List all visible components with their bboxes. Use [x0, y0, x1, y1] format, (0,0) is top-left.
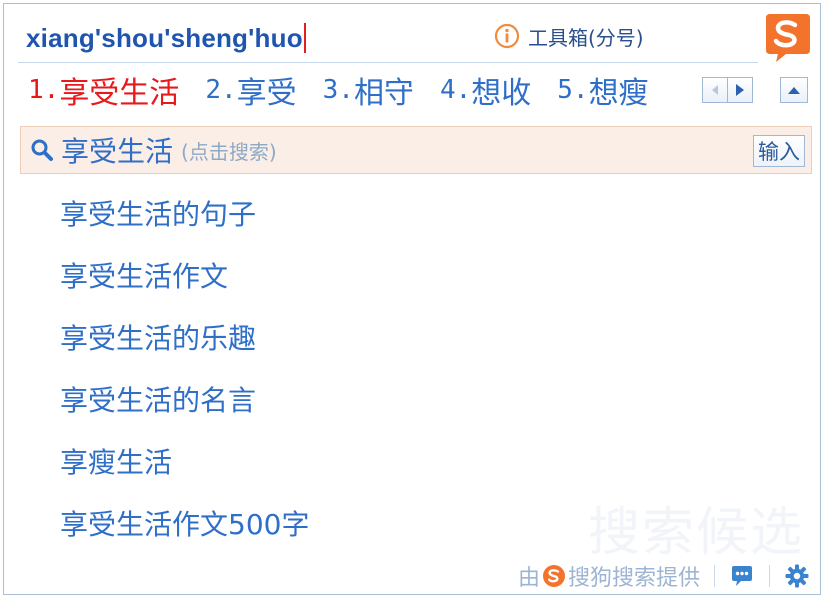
divider: [769, 565, 770, 587]
list-item[interactable]: 享受生活作文: [60, 246, 309, 308]
gear-icon[interactable]: [784, 563, 810, 589]
info-circle-icon: [494, 23, 520, 49]
candidate-5[interactable]: 5. 想瘦: [557, 68, 648, 112]
list-item[interactable]: 享受生活的句子: [60, 184, 309, 246]
sogou-small-icon: [542, 565, 565, 587]
search-term: 享受生活: [61, 135, 174, 168]
sogou-logo-icon[interactable]: [760, 10, 814, 64]
search-icon: [31, 139, 53, 161]
toolbox-label: 工具箱(分号): [528, 25, 644, 50]
candidate-text: 想收: [471, 76, 532, 111]
next-page-button[interactable]: [727, 77, 753, 103]
pinyin-composition: xiang'shou'sheng'huo: [26, 22, 303, 53]
list-item[interactable]: 享受生活的乐趣: [60, 308, 309, 370]
candidate-text: 想瘦: [588, 76, 649, 111]
list-item[interactable]: 享瘦生活: [60, 432, 309, 494]
candidate-number: 3.: [322, 75, 354, 105]
previous-page-button[interactable]: [702, 77, 728, 103]
candidate-number: 1.: [28, 75, 60, 105]
list-item[interactable]: 享受生活的名言: [60, 370, 309, 432]
candidate-number: 4.: [439, 75, 472, 105]
candidate-text: 相守: [353, 76, 414, 111]
search-hint: (点击搜索): [181, 139, 277, 164]
divider: [714, 565, 715, 587]
ime-candidate-window: xiang'shou'sheng'huo 工具箱(分号) 1. 享受生活 2. …: [3, 3, 821, 595]
provider-link[interactable]: 由 搜狗搜索提供: [518, 560, 700, 592]
candidate-2[interactable]: 2. 享受: [205, 68, 296, 112]
provider-name: 搜狗搜索提供: [567, 566, 700, 591]
chevron-right-icon: [736, 84, 744, 96]
candidate-text: 享受: [236, 76, 297, 111]
provider-prefix: 由: [517, 566, 540, 591]
chevron-up-icon: [788, 86, 800, 94]
toolbox-button[interactable]: 工具箱(分号): [494, 18, 644, 54]
chat-bubble-icon[interactable]: [729, 563, 755, 589]
candidate-4[interactable]: 4. 想收: [440, 68, 531, 112]
candidate-number: 2.: [205, 75, 237, 105]
composition-line: xiang'shou'sheng'huo: [26, 16, 306, 60]
list-item[interactable]: 享受生活作文500字: [60, 494, 309, 556]
divider: [18, 62, 758, 63]
search-suggestion-row[interactable]: 享受生活 (点击搜索) 输入: [20, 126, 812, 174]
collapse-button[interactable]: [780, 77, 808, 103]
input-button[interactable]: 输入: [753, 135, 805, 167]
chevron-left-icon: [712, 85, 718, 95]
candidate-number: 5.: [557, 75, 589, 105]
footer: 由 搜狗搜索提供: [518, 560, 810, 592]
candidate-3[interactable]: 3. 相守: [323, 68, 414, 112]
text-caret: [303, 23, 306, 53]
suggestion-list: 享受生活的句子 享受生活作文 享受生活的乐趣 享受生活的名言 享瘦生活 享受生活…: [60, 184, 309, 556]
candidate-text: 享受生活: [59, 76, 180, 111]
watermark: 搜索候选: [587, 503, 804, 563]
candidate-1[interactable]: 1. 享受生活: [28, 68, 179, 112]
candidate-list: 1. 享受生活 2. 享受 3. 相守 4. 想收 5. 想瘦: [28, 66, 675, 114]
paging-controls: [702, 77, 753, 103]
